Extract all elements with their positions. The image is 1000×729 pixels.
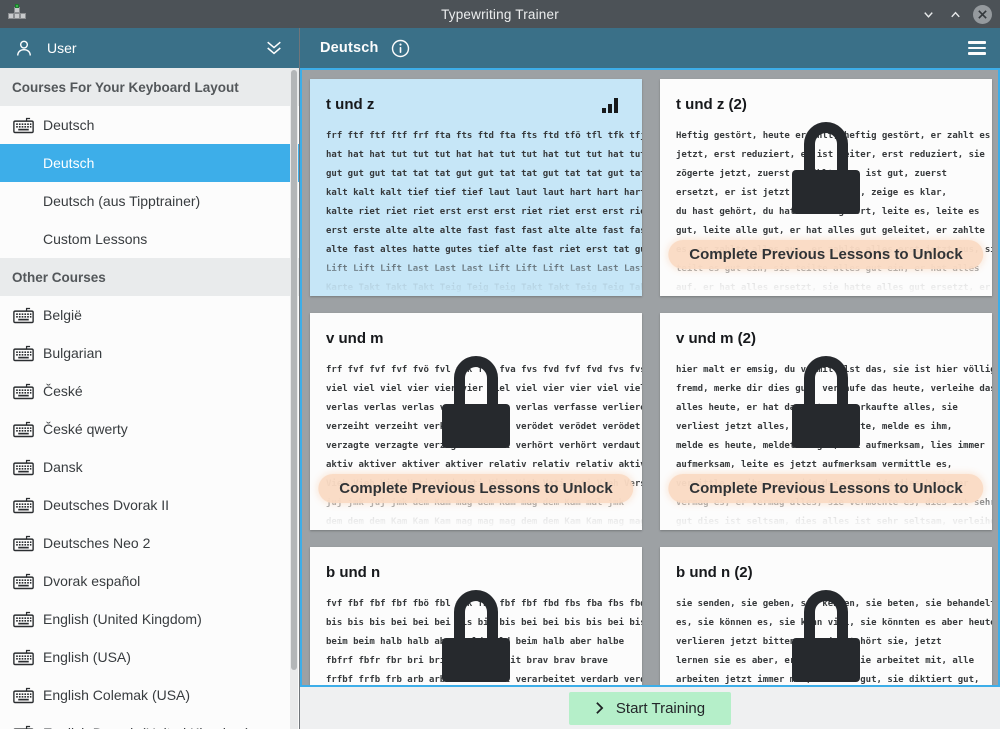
lesson-title: b und n (326, 564, 626, 582)
section-label: Other Courses (12, 270, 106, 285)
course-label: České qwerty (43, 421, 128, 437)
sidebar-course-list: Courses For Your Keyboard Layout Deutsch… (0, 68, 299, 729)
sidebar-item-english-dvorak-united-kingdom[interactable]: English Dvorak (United Kingdom) (0, 714, 299, 729)
lesson-card-t-und-z[interactable]: t und z frf ftf ftf ftf frf fta fts ftd … (310, 79, 642, 296)
keyboard-icon (13, 725, 34, 729)
sidebar-item-deutsches-dvorak-ii[interactable]: Deutsches Dvorak II (0, 486, 299, 524)
sidebar: User Courses For Your Keyboard Layout De… (0, 28, 300, 729)
sidebar-item-deutsches-neo-2[interactable]: Deutsches Neo 2 (0, 524, 299, 562)
lock-icon (792, 590, 860, 682)
sidebar-item-english-usa[interactable]: English (USA) (0, 638, 299, 676)
lock-icon (442, 590, 510, 682)
sidebar-scrollbar-thumb[interactable] (291, 70, 297, 670)
keyboard-icon (13, 383, 34, 400)
stats-bars-icon (602, 98, 618, 113)
course-label: České (43, 383, 83, 399)
lesson-title: t und z (326, 96, 626, 114)
sidebar-item-bulgarian[interactable]: Bulgarian (0, 334, 299, 372)
sidebar-item-belgi[interactable]: België (0, 296, 299, 334)
keyboard-icon (13, 611, 34, 628)
lesson-card-t-und-z-2[interactable]: t und z (2) Heftig gestört, heute erzähl… (660, 79, 992, 296)
sidebar-item-deutsch[interactable]: Deutsch (0, 106, 299, 144)
sidebar-item-deutsch-aus-tipptrainer[interactable]: Deutsch (aus Tipptrainer) (0, 182, 299, 220)
keyboard-icon (13, 649, 34, 666)
lesson-title: t und z (2) (676, 96, 976, 114)
course-label: English Dvorak (United Kingdom) (43, 725, 250, 729)
course-label: English (United Kingdom) (43, 611, 202, 627)
titlebar: Typewriting Trainer (0, 0, 1000, 28)
unlock-badge: Complete Previous Lessons to Unlock (668, 474, 983, 503)
course-label: Deutsch (aus Tipptrainer) (43, 193, 200, 209)
course-header: Deutsch (300, 28, 1000, 68)
keyboard-icon (13, 573, 34, 590)
chevron-right-icon (595, 701, 604, 715)
footer-bar: Start Training (300, 687, 1000, 729)
lesson-card-v-und-m[interactable]: v und m frf fvf fvf fvf fvö fvl fvk fvj … (310, 313, 642, 530)
unlock-badge: Complete Previous Lessons to Unlock (318, 474, 633, 503)
course-label: English (USA) (43, 649, 131, 665)
sidebar-item-english-united-kingdom[interactable]: English (United Kingdom) (0, 600, 299, 638)
keyboard-icon (13, 421, 34, 438)
lesson-card-b-und-n-2[interactable]: b und n (2) sie senden, sie geben, sie k… (660, 547, 992, 687)
hamburger-menu-icon[interactable] (968, 41, 986, 54)
minimize-button[interactable] (919, 5, 937, 23)
sidebar-item-english-colemak-usa[interactable]: English Colemak (USA) (0, 676, 299, 714)
maximize-button[interactable] (946, 5, 964, 23)
chevron-down-icon (921, 7, 936, 22)
close-button[interactable] (973, 5, 992, 24)
lesson-preview-text: frf ftf ftf ftf frf fta fts ftd fta fts … (326, 127, 626, 296)
course-label: Deutsches Dvorak II (43, 497, 169, 513)
start-training-button[interactable]: Start Training (569, 692, 731, 725)
course-label: Dansk (43, 459, 83, 475)
unlock-badge: Complete Previous Lessons to Unlock (668, 240, 983, 269)
keyboard-icon (13, 459, 34, 476)
chevron-up-icon (948, 7, 963, 22)
keyboard-icon (13, 535, 34, 552)
sidebar-section-other-courses: Other Courses (0, 258, 299, 296)
lesson-title: v und m (326, 330, 626, 348)
sidebar-item-dansk[interactable]: Dansk (0, 448, 299, 486)
keyboard-icon (13, 345, 34, 362)
course-label: Dvorak español (43, 573, 140, 589)
sidebar-scrollbar[interactable] (290, 68, 298, 729)
sidebar-item-esk-qwerty[interactable]: České qwerty (0, 410, 299, 448)
double-chevron-down-icon (263, 39, 285, 57)
course-label: Deutsches Neo 2 (43, 535, 150, 551)
lock-icon (792, 122, 860, 214)
lesson-grid: t und z frf ftf ftf ftf frf fta fts ftd … (302, 70, 998, 687)
lesson-title: b und n (2) (676, 564, 976, 582)
sidebar-section-courses-for-your-keyboard-layout: Courses For Your Keyboard Layout (0, 68, 299, 106)
info-circle-icon[interactable] (391, 39, 410, 58)
sidebar-item-esk[interactable]: České (0, 372, 299, 410)
keyboard-icon (13, 497, 34, 514)
course-label: Bulgarian (43, 345, 102, 361)
keyboard-icon (13, 117, 34, 134)
sidebar-item-dvorak-espa-ol[interactable]: Dvorak español (0, 562, 299, 600)
start-training-label: Start Training (616, 700, 705, 717)
keyboard-icon (13, 307, 34, 324)
course-label: Deutsch (43, 155, 94, 171)
window-title: Typewriting Trainer (0, 7, 1000, 22)
close-x-icon (977, 9, 988, 20)
lock-icon (792, 356, 860, 448)
user-label: User (47, 40, 77, 56)
course-label: English Colemak (USA) (43, 687, 190, 703)
course-label: Custom Lessons (43, 231, 147, 247)
lesson-card-v-und-m-2[interactable]: v und m (2) hier malt er emsig, du vermi… (660, 313, 992, 530)
user-selector[interactable]: User (0, 28, 299, 68)
person-icon (14, 38, 34, 58)
section-label: Courses For Your Keyboard Layout (12, 80, 239, 95)
lesson-area: t und z frf ftf ftf ftf frf fta fts ftd … (300, 68, 1000, 687)
course-label: België (43, 307, 82, 323)
sidebar-item-deutsch[interactable]: Deutsch (0, 144, 299, 182)
sidebar-item-custom-lessons[interactable]: Custom Lessons (0, 220, 299, 258)
lock-icon (442, 356, 510, 448)
course-label: Deutsch (43, 117, 94, 133)
course-title: Deutsch (320, 40, 379, 56)
lesson-card-b-und-n[interactable]: b und n fvf fbf fbf fbf fbö fbl fbk fbj … (310, 547, 642, 687)
keyboard-icon (13, 687, 34, 704)
lesson-title: v und m (2) (676, 330, 976, 348)
